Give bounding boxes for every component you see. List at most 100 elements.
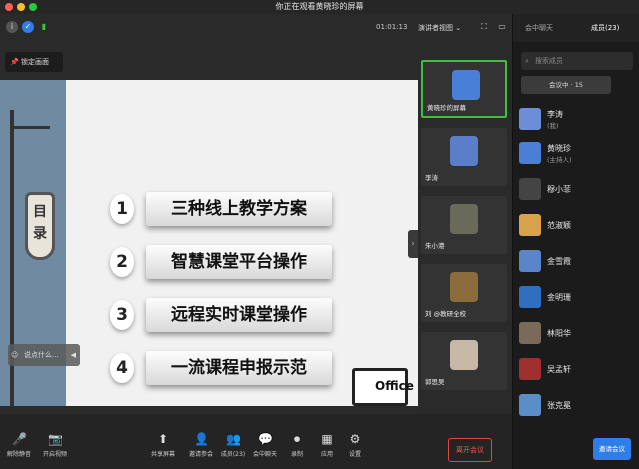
apps-button[interactable]: ▦ 应用	[312, 432, 342, 458]
avatar	[519, 286, 541, 308]
agenda-number: 2	[110, 247, 134, 277]
member-role: (我)	[547, 122, 559, 130]
member-row[interactable]: 穆小菲	[517, 176, 637, 206]
member-row[interactable]: 金雪霞	[517, 248, 637, 278]
avatar	[519, 250, 541, 272]
member-search-input[interactable]: ⌕ 搜索成员	[521, 52, 633, 70]
share-screen-button[interactable]: ⬆ 共享屏幕	[148, 432, 178, 458]
participant-tile-label: 李涛	[425, 174, 438, 182]
member-name: 张克冕	[547, 401, 571, 410]
gear-icon: ⚙	[349, 432, 361, 446]
participant-avatar	[450, 136, 478, 166]
participant-tile-label: 朱小港	[425, 242, 445, 250]
unmute-label: 解除静音	[6, 451, 31, 458]
avatar	[519, 178, 541, 200]
members-panel: 会中聊天 成员(23) ⌕ 搜索成员 会议中 · 15 李涛 (我) 黄晓珍 (…	[512, 14, 639, 469]
panel-tabs: 会中聊天 成员(23)	[513, 14, 639, 42]
layout-icon[interactable]: ▭	[496, 21, 508, 33]
member-search-placeholder: 搜索成员	[535, 57, 563, 65]
member-name: 黄晓珍	[547, 144, 571, 153]
invite-button[interactable]: 👤 邀请参会	[186, 432, 216, 458]
member-row[interactable]: 黄晓珍 (主持人)	[517, 140, 637, 170]
info-icon[interactable]: i	[6, 21, 18, 33]
chat-placeholder: 说点什么...	[24, 351, 59, 359]
member-name: 吴孟轩	[547, 365, 571, 374]
start-video-button[interactable]: 📷 开启视频	[40, 432, 70, 458]
record-label: 录制	[290, 451, 303, 458]
avatar	[519, 214, 541, 236]
view-mode-dropdown[interactable]: 演讲者视图 ⌄	[418, 23, 461, 33]
apps-icon: ▦	[321, 432, 333, 446]
invite-members-button[interactable]: 邀请会议	[593, 438, 631, 460]
member-row[interactable]: 范淑颖	[517, 212, 637, 242]
chevron-left-icon[interactable]: ◀	[71, 344, 76, 366]
tab-chat[interactable]: 会中聊天	[525, 23, 553, 33]
member-row[interactable]: 李涛 (我)	[517, 106, 637, 136]
participant-avatar	[450, 340, 478, 370]
apps-label: 应用	[320, 451, 333, 458]
members-label: 成员(23)	[220, 451, 246, 458]
settings-label: 设置	[348, 451, 361, 458]
member-name: 李涛	[547, 110, 563, 119]
tab-members[interactable]: 成员(23)	[591, 23, 619, 33]
agenda-number: 4	[110, 353, 134, 383]
chat-avatar-icon: ☺	[11, 351, 19, 359]
start-video-label: 开启视频	[42, 451, 67, 458]
chat-button[interactable]: 💬 会中聊天	[250, 432, 280, 458]
leave-meeting-button[interactable]: 离开会议	[448, 438, 492, 462]
invite-label: 邀请参会	[188, 451, 213, 458]
signal-icon[interactable]: ▮	[38, 21, 50, 33]
member-row[interactable]: 张克冕	[517, 392, 637, 422]
member-row[interactable]: 金明珊	[517, 284, 637, 314]
chat-icon: 💬	[258, 432, 273, 446]
avatar	[519, 394, 541, 416]
lock-view-button[interactable]: 📌 锁定画面	[5, 52, 63, 72]
toc-sign: 目 录	[25, 192, 55, 260]
member-name: 金明珊	[547, 293, 571, 302]
shield-icon[interactable]: ✓	[22, 21, 34, 33]
meeting-top-bar: i ✓ ▮ 01:01:13 演讲者视图 ⌄ ⛶ ▭	[0, 14, 512, 42]
participant-tile[interactable]: 黄晓珍的屏幕	[421, 60, 507, 118]
participant-avatar	[450, 204, 478, 234]
agenda-item: 远程实时课堂操作	[146, 298, 332, 332]
pin-icon: 📌	[10, 58, 19, 66]
member-name: 范淑颖	[547, 221, 571, 230]
members-button[interactable]: 👥 成员(23)	[218, 432, 248, 458]
member-name: 穆小菲	[547, 185, 571, 194]
participant-tile[interactable]: 李涛	[421, 128, 507, 186]
microphone-muted-icon: 🎤	[12, 432, 27, 446]
participant-tile[interactable]: 朱小港	[421, 196, 507, 254]
member-name: 金雪霞	[547, 257, 571, 266]
member-row[interactable]: 吴孟轩	[517, 356, 637, 386]
participant-tile-label: 刘 @教研全校	[425, 310, 467, 318]
member-row[interactable]: 林阳华	[517, 320, 637, 350]
office-logo: Office	[352, 368, 414, 406]
participant-tile[interactable]: 刘 @教研全校	[421, 264, 507, 322]
title-bar: 你正在观看黄晓珍的屏幕	[0, 0, 639, 14]
office-logo-text: Office	[375, 379, 414, 393]
video-stage: 📌 锁定画面 目 录 1 三种线上教学方案 2 智慧课堂平台操作 3 远程实时课…	[0, 42, 418, 414]
invite-user-icon: 👤	[194, 432, 209, 446]
settings-button[interactable]: ⚙ 设置	[340, 432, 370, 458]
avatar	[519, 322, 541, 344]
share-screen-label: 共享屏幕	[150, 451, 175, 458]
participant-avatar	[450, 272, 478, 302]
collapse-gallery-button[interactable]: ›	[408, 230, 418, 258]
participant-avatar	[452, 70, 480, 100]
unmute-button[interactable]: 🎤 解除静音	[4, 432, 34, 458]
record-button[interactable]: ⏺ 录制	[282, 432, 312, 458]
search-icon: ⌕	[525, 57, 529, 65]
meeting-window: 你正在观看黄晓珍的屏幕 i ✓ ▮ 01:01:13 演讲者视图 ⌄ ⛶ ▭ 📌…	[0, 0, 639, 469]
toc-char: 录	[33, 226, 47, 242]
agenda-number: 1	[110, 194, 134, 224]
chat-input[interactable]: ☺ 说点什么... ◀	[8, 344, 80, 366]
participant-tile[interactable]: 郭思吴	[421, 332, 507, 390]
meeting-timer: 01:01:13	[376, 23, 408, 31]
fullscreen-icon[interactable]: ⛶	[478, 21, 490, 33]
record-icon: ⏺	[293, 432, 300, 446]
window-title: 你正在观看黄晓珍的屏幕	[275, 2, 364, 11]
tab-in-meeting[interactable]: 会议中 · 15	[521, 76, 611, 94]
meeting-toolbar: 🎤 解除静音 📷 开启视频 ⬆ 共享屏幕 👤 邀请参会 👥 成员(23) 💬 会…	[0, 414, 512, 469]
avatar	[519, 142, 541, 164]
participant-tile-label: 郭思吴	[425, 378, 445, 386]
